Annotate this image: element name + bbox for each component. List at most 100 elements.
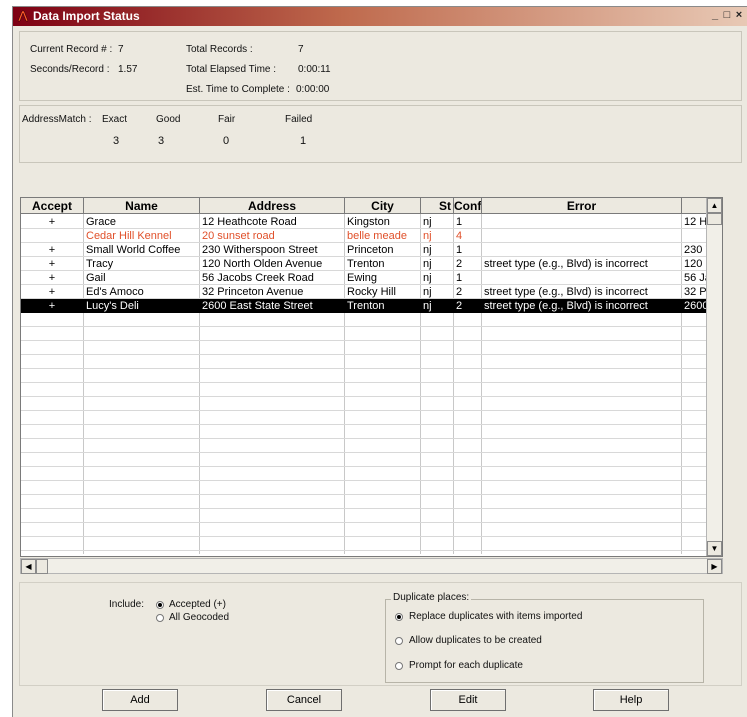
col-header-extra[interactable] xyxy=(682,198,708,214)
horizontal-scrollbar[interactable]: ◀ ▶ xyxy=(20,558,723,574)
grid-cell-conf[interactable]: 2 xyxy=(454,285,481,299)
minimize-button[interactable]: _ xyxy=(709,8,721,23)
prompt-duplicates-label[interactable]: Prompt for each duplicate xyxy=(409,660,523,671)
grid-cell-error[interactable] xyxy=(482,271,681,285)
grid-cell-city[interactable]: belle meade xyxy=(345,229,420,243)
grid-cell-name[interactable]: Cedar Hill Kennel xyxy=(84,229,199,243)
grid-cell-st[interactable]: nj xyxy=(421,271,453,285)
grid-cell-city[interactable]: Kingston xyxy=(345,215,420,229)
grid-cell-extra[interactable]: 12 H xyxy=(682,215,707,229)
grid-cell-address[interactable]: 2600 East State Street xyxy=(200,299,344,313)
arrow-up-icon[interactable]: ▲ xyxy=(707,198,722,213)
grid-cell-st[interactable]: nj xyxy=(421,285,453,299)
arrow-down-icon[interactable]: ▼ xyxy=(707,541,722,556)
match-value-failed: 1 xyxy=(300,135,307,147)
grid-cell-error[interactable] xyxy=(482,243,681,257)
include-accepted-radio[interactable] xyxy=(156,601,164,609)
allow-duplicates-label[interactable]: Allow duplicates to be created xyxy=(409,635,542,646)
grid-cell-conf[interactable]: 1 xyxy=(454,215,481,229)
replace-duplicates-label[interactable]: Replace duplicates with items imported xyxy=(409,611,582,622)
add-button[interactable]: Add xyxy=(102,689,178,711)
grid-cell-city[interactable]: Princeton xyxy=(345,243,420,257)
col-header-accept[interactable]: Accept xyxy=(21,198,84,214)
grid-cell-conf[interactable]: 1 xyxy=(454,271,481,285)
maximize-button[interactable]: □ xyxy=(721,8,733,23)
allow-duplicates-radio[interactable] xyxy=(395,637,403,645)
col-header-conf[interactable]: Conf xyxy=(454,198,482,214)
grid-cell-address[interactable]: 12 Heathcote Road xyxy=(200,215,344,229)
col-header-error[interactable]: Error xyxy=(482,198,682,214)
grid-cell-name[interactable]: Lucy's Deli xyxy=(84,299,199,313)
grid-cell-accept[interactable]: + xyxy=(21,285,83,299)
grid-cell-name[interactable]: Grace xyxy=(84,215,199,229)
grid-cell-st[interactable]: nj xyxy=(421,299,453,313)
grid-row-line xyxy=(21,466,707,467)
grid-cell-extra[interactable]: 32 P xyxy=(682,285,707,299)
grid-cell-city[interactable]: Rocky Hill xyxy=(345,285,420,299)
grid-cell-extra[interactable]: 56 Ja xyxy=(682,271,707,285)
vertical-scrollbar[interactable]: ▲ ▼ xyxy=(706,198,722,556)
title-bar[interactable]: Data Import Status _ □ × xyxy=(13,7,747,26)
grid-cell-st[interactable]: nj xyxy=(421,215,453,229)
replace-duplicates-radio[interactable] xyxy=(395,613,403,621)
grid-cell-st[interactable]: nj xyxy=(421,229,453,243)
cancel-button[interactable]: Cancel xyxy=(266,689,342,711)
grid-row-line xyxy=(21,550,707,551)
grid-cell-accept[interactable]: + xyxy=(21,257,83,271)
grid-cell-name[interactable]: Small World Coffee xyxy=(84,243,199,257)
grid-cell-error[interactable] xyxy=(482,229,681,243)
scroll-thumb[interactable] xyxy=(36,559,48,574)
match-header-fair: Fair xyxy=(218,114,236,125)
col-header-st[interactable]: St xyxy=(421,198,454,214)
close-button[interactable]: × xyxy=(733,8,745,23)
address-match-label: AddressMatch : xyxy=(22,114,92,125)
edit-button[interactable]: Edit xyxy=(430,689,506,711)
arrow-right-icon[interactable]: ▶ xyxy=(707,559,722,574)
grid-cell-st[interactable]: nj xyxy=(421,243,453,257)
grid-cell-name[interactable]: Gail xyxy=(84,271,199,285)
grid-cell-extra[interactable]: 2600 xyxy=(682,299,707,313)
col-header-city[interactable]: City xyxy=(345,198,421,214)
grid-cell-accept[interactable]: + xyxy=(21,243,83,257)
grid-cell-extra[interactable] xyxy=(682,229,707,243)
include-all-geocoded-radio[interactable] xyxy=(156,614,164,622)
arrow-left-icon[interactable]: ◀ xyxy=(21,559,36,574)
grid-cell-accept[interactable]: + xyxy=(21,215,83,229)
grid-cell-extra[interactable]: 120 I xyxy=(682,257,707,271)
grid-cell-error[interactable]: street type (e.g., Blvd) is incorrect xyxy=(482,257,681,271)
grid-cell-address[interactable]: 20 sunset road xyxy=(200,229,344,243)
grid-cell-error[interactable] xyxy=(482,215,681,229)
grid-cell-st[interactable]: nj xyxy=(421,257,453,271)
seconds-per-record-label: Seconds/Record : xyxy=(30,64,110,75)
grid-cell-name[interactable]: Ed's Amoco xyxy=(84,285,199,299)
col-header-name[interactable]: Name xyxy=(84,198,200,214)
grid-cell-extra[interactable]: 230 ' xyxy=(682,243,707,257)
grid-cell-address[interactable]: 120 North Olden Avenue xyxy=(200,257,344,271)
help-button[interactable]: Help xyxy=(593,689,669,711)
grid-cell-city[interactable]: Ewing xyxy=(345,271,420,285)
prompt-duplicates-radio[interactable] xyxy=(395,662,403,670)
grid-cell-accept[interactable]: + xyxy=(21,271,83,285)
grid-cell-conf[interactable]: 4 xyxy=(454,229,481,243)
scroll-thumb[interactable] xyxy=(707,213,722,225)
grid-cell-error[interactable]: street type (e.g., Blvd) is incorrect xyxy=(482,299,681,313)
grid-cell-address[interactable]: 56 Jacobs Creek Road xyxy=(200,271,344,285)
grid-cell-error[interactable]: street type (e.g., Blvd) is incorrect xyxy=(482,285,681,299)
grid-cell-conf[interactable]: 1 xyxy=(454,243,481,257)
match-header-failed: Failed xyxy=(285,114,313,125)
records-grid[interactable]: Accept Name Address City St Conf Error +… xyxy=(20,197,723,557)
include-all-geocoded-label[interactable]: All Geocoded xyxy=(169,612,229,623)
grid-cell-conf[interactable]: 2 xyxy=(454,299,481,313)
grid-cell-accept[interactable] xyxy=(21,229,83,243)
match-value-fair: 0 xyxy=(223,135,230,147)
grid-row-line xyxy=(21,354,707,355)
col-header-address[interactable]: Address xyxy=(200,198,345,214)
grid-cell-name[interactable]: Tracy xyxy=(84,257,199,271)
grid-cell-accept[interactable]: + xyxy=(21,299,83,313)
grid-cell-city[interactable]: Trenton xyxy=(345,299,420,313)
include-accepted-label[interactable]: Accepted (+) xyxy=(169,599,226,610)
grid-cell-conf[interactable]: 2 xyxy=(454,257,481,271)
grid-cell-address[interactable]: 32 Princeton Avenue xyxy=(200,285,344,299)
grid-cell-city[interactable]: Trenton xyxy=(345,257,420,271)
grid-cell-address[interactable]: 230 Witherspoon Street xyxy=(200,243,344,257)
